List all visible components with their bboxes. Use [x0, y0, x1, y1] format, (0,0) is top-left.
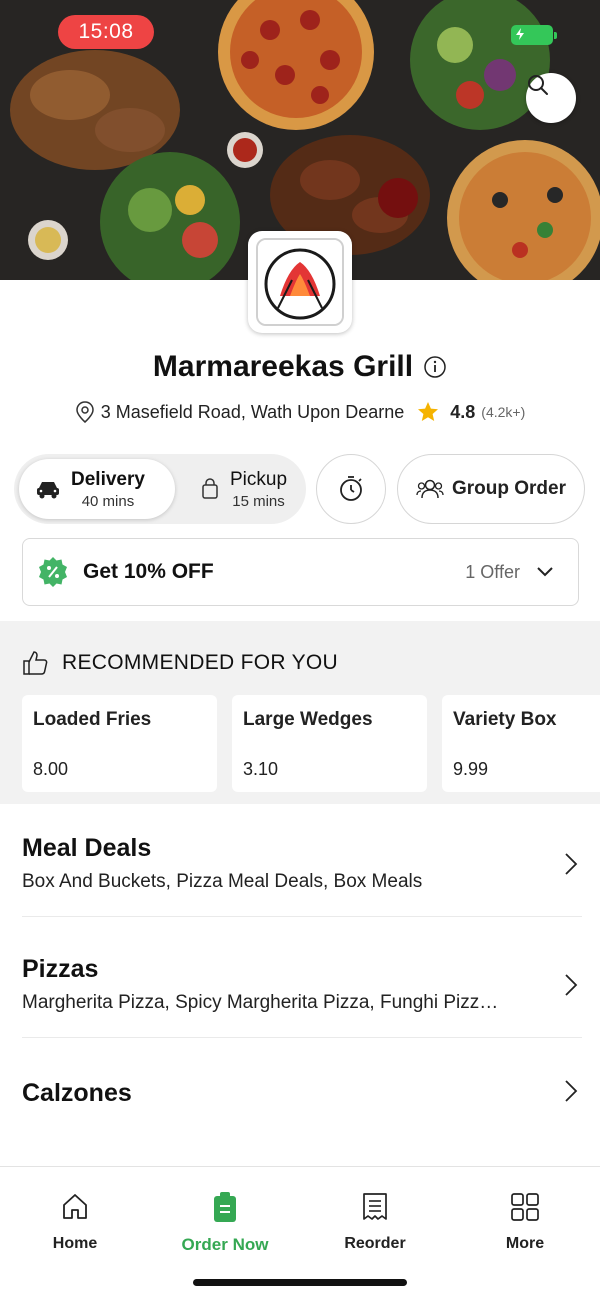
- category-subtitle: Margherita Pizza, Spicy Margherita Pizza…: [22, 992, 499, 1013]
- category-calzones[interactable]: Calzones: [22, 1079, 582, 1108]
- rating-count: (4.2k+): [481, 404, 526, 420]
- thumbs-up-icon: [23, 651, 48, 675]
- nav-label: Reorder: [344, 1235, 406, 1252]
- chevron-right-icon: [565, 1080, 578, 1102]
- timer-icon: [340, 476, 362, 501]
- battery-icon: [511, 25, 557, 45]
- shopping-bag-icon: [202, 478, 218, 499]
- nav-order-now[interactable]: Order Now: [150, 1189, 300, 1255]
- divider: [22, 1037, 582, 1038]
- category-title: Calzones: [22, 1079, 132, 1107]
- nav-more[interactable]: More: [450, 1189, 600, 1253]
- nav-label: Order Now: [181, 1235, 269, 1254]
- rating-value: 4.8: [450, 401, 476, 422]
- discount-badge-icon: [39, 557, 67, 587]
- car-icon: [37, 482, 59, 499]
- category-title: Meal Deals: [22, 834, 152, 862]
- delivery-label: Delivery: [71, 468, 145, 490]
- order-icon: [214, 1192, 236, 1222]
- info-icon[interactable]: [423, 355, 447, 379]
- pickup-time: 15 mins: [232, 492, 285, 510]
- restaurant-address: 3 Masefield Road, Wath Upon Dearne: [100, 401, 405, 422]
- divider: [22, 916, 582, 917]
- delivery-time: 40 mins: [81, 492, 135, 510]
- status-time: 15:08: [58, 15, 154, 49]
- item-price: 9.99: [453, 759, 489, 779]
- item-name: Large Wedges: [243, 709, 373, 730]
- group-order-button[interactable]: Group Order: [397, 454, 585, 524]
- category-meal-deals[interactable]: Meal Deals Box And Buckets, Pizza Meal D…: [22, 834, 582, 893]
- nav-label: Home: [52, 1235, 98, 1252]
- restaurant-name: Marmareekas Grill: [152, 350, 414, 383]
- home-icon: [63, 1194, 87, 1219]
- recommended-title: RECOMMENDED FOR YOU: [62, 651, 338, 674]
- chevron-right-icon: [565, 974, 578, 996]
- order-mode-toggle: Delivery 40 mins Pickup 15 mins: [14, 454, 306, 524]
- item-name: Loaded Fries: [33, 709, 152, 730]
- offer-title: Get 10% OFF: [83, 560, 214, 583]
- category-title: Pizzas: [22, 955, 99, 983]
- group-people-icon: [416, 479, 444, 499]
- recommended-item[interactable]: Variety Box 9.99: [442, 695, 600, 792]
- chevron-right-icon: [565, 853, 578, 875]
- pickup-label: Pickup: [230, 468, 288, 490]
- location-pin-icon: [75, 401, 94, 423]
- star-icon: [418, 402, 439, 421]
- offer-banner[interactable]: Get 10% OFF 1 Offer: [22, 538, 579, 606]
- category-subtitle: Box And Buckets, Pizza Meal Deals, Box M…: [22, 871, 423, 892]
- search-button[interactable]: [526, 73, 576, 123]
- schedule-button[interactable]: [316, 454, 386, 524]
- item-price: 3.10: [243, 759, 279, 779]
- home-indicator: [193, 1279, 407, 1286]
- recommended-item[interactable]: Loaded Fries 8.00: [22, 695, 217, 792]
- search-icon: [528, 75, 548, 95]
- offer-count: 1 Offer: [465, 561, 520, 582]
- item-name: Variety Box: [453, 709, 557, 730]
- grid-icon: [511, 1193, 539, 1221]
- nav-home[interactable]: Home: [0, 1189, 150, 1253]
- restaurant-logo: [248, 231, 352, 333]
- category-pizzas[interactable]: Pizzas Margherita Pizza, Spicy Margherit…: [22, 955, 582, 1014]
- group-order-label: Group Order: [451, 478, 566, 499]
- delivery-option[interactable]: Delivery 40 mins: [19, 459, 175, 519]
- recommended-section: RECOMMENDED FOR YOU Loaded Fries 8.00 La…: [0, 621, 600, 804]
- receipt-icon: [363, 1193, 387, 1220]
- chevron-down-icon[interactable]: [536, 566, 554, 578]
- nav-reorder[interactable]: Reorder: [300, 1189, 450, 1253]
- item-price: 8.00: [33, 759, 69, 779]
- nav-label: More: [505, 1235, 545, 1252]
- pickup-option[interactable]: Pickup 15 mins: [186, 459, 304, 519]
- recommended-item[interactable]: Large Wedges 3.10: [232, 695, 427, 792]
